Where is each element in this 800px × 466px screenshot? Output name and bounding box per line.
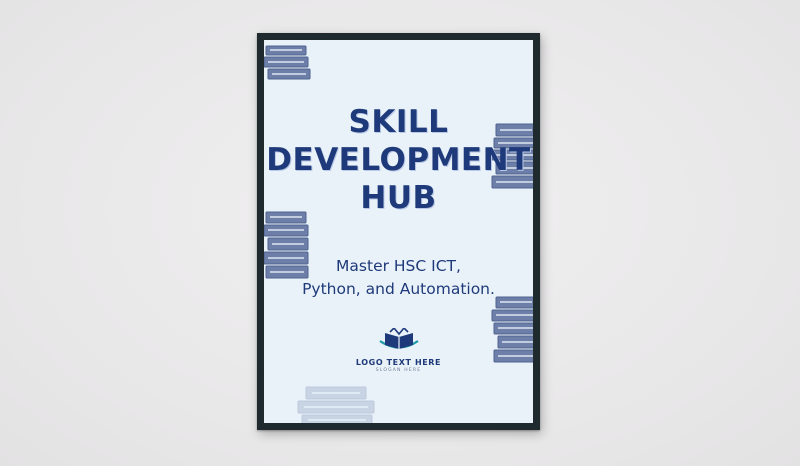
poster-subtitle: Master HSC ICT, Python, and Automation.: [264, 255, 533, 301]
book-stack-icon: [297, 386, 375, 423]
logo-slogan: SLOGAN HERE: [375, 368, 422, 373]
poster: SKILL DEVELOPMENT HUB Master HSC ICT, Py…: [264, 40, 533, 423]
poster-title: SKILL DEVELOPMENT HUB: [264, 103, 533, 217]
book-stack-icon: [264, 45, 311, 80]
logo-text: LOGO TEXT HERE: [355, 358, 442, 367]
title-line: SKILL: [348, 104, 449, 140]
logo: LOGO TEXT HERE SLOGAN HERE: [264, 326, 533, 373]
picture-frame: SKILL DEVELOPMENT HUB Master HSC ICT, Py…: [257, 33, 540, 430]
title-line: HUB: [360, 180, 437, 216]
subtitle-line: Python, and Automation.: [302, 280, 495, 298]
title-line: DEVELOPMENT: [266, 142, 531, 178]
subtitle-line: Master HSC ICT,: [336, 257, 461, 275]
book-shield-icon: [378, 326, 419, 349]
